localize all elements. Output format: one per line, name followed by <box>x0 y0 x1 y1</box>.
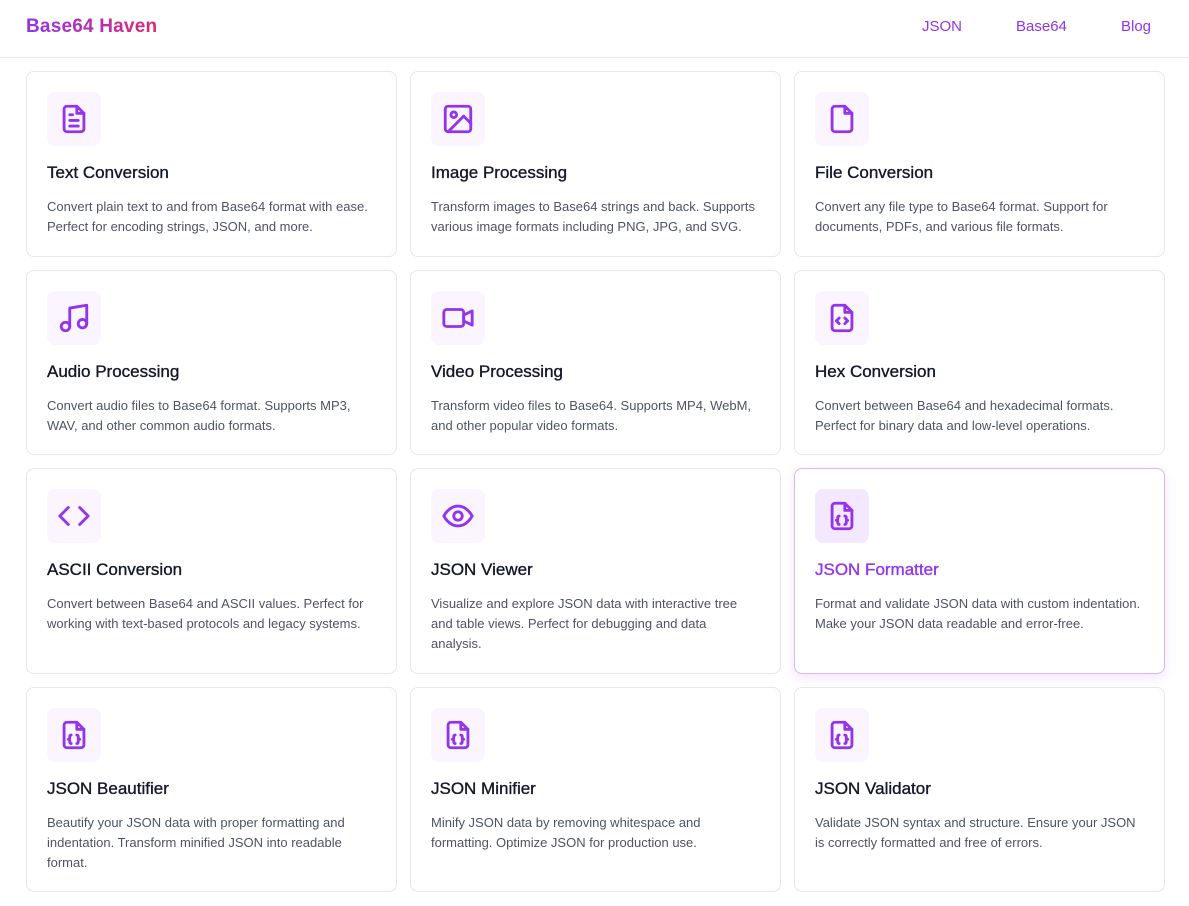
card-description: Convert between Base64 and hexadecimal f… <box>815 398 1114 433</box>
card-file-conversion[interactable]: File Conversion Convert any file type to… <box>794 71 1165 257</box>
nav-link-json[interactable]: JSON <box>922 18 962 35</box>
document-text-icon <box>47 92 101 146</box>
card-title: Image Processing <box>431 163 568 182</box>
file-json-icon <box>815 489 869 543</box>
card-description: Minify JSON data by removing whitespace … <box>431 815 701 850</box>
eye-icon <box>431 489 485 543</box>
file-code-icon <box>815 291 869 345</box>
card-title: Audio Processing <box>47 362 180 381</box>
top-navbar: Base64 Haven JSON Base64 Blog <box>0 0 1189 58</box>
card-description: Transform images to Base64 strings and b… <box>431 199 755 234</box>
card-json-minifier[interactable]: JSON Minifier Minify JSON data by removi… <box>410 687 781 892</box>
card-json-viewer[interactable]: JSON Viewer Visualize and explore JSON d… <box>410 468 781 674</box>
card-description: Transform video files to Base64. Support… <box>431 398 752 433</box>
card-description: Format and validate JSON data with custo… <box>815 596 1141 631</box>
card-title: Text Conversion <box>47 163 169 182</box>
card-title: JSON Minifier <box>431 779 536 798</box>
card-title: JSON Formatter <box>815 560 939 579</box>
code-brackets-icon <box>47 489 101 543</box>
file-json-icon <box>815 708 869 762</box>
card-image-processing[interactable]: Image Processing Transform images to Bas… <box>410 71 781 257</box>
card-ascii-conversion[interactable]: ASCII Conversion Convert between Base64 … <box>26 468 397 674</box>
card-description: Convert audio files to Base64 format. Su… <box>47 398 351 433</box>
nav-link-blog[interactable]: Blog <box>1121 18 1151 35</box>
music-note-icon <box>47 291 101 345</box>
card-title: Hex Conversion <box>815 362 936 381</box>
card-title: Video Processing <box>431 362 563 381</box>
card-description: Convert between Base64 and ASCII values.… <box>47 596 364 631</box>
main-nav: JSON Base64 Blog <box>0 18 1189 38</box>
card-description: Beautify your JSON data with proper form… <box>47 815 345 870</box>
card-json-beautifier[interactable]: JSON Beautifier Beautify your JSON data … <box>26 687 397 892</box>
card-audio-processing[interactable]: Audio Processing Convert audio files to … <box>26 270 397 455</box>
card-hex-conversion[interactable]: Hex Conversion Convert between Base64 an… <box>794 270 1165 455</box>
card-json-validator[interactable]: JSON Validator Validate JSON syntax and … <box>794 687 1165 892</box>
file-json-icon <box>47 708 101 762</box>
nav-link-base64[interactable]: Base64 <box>1016 18 1067 35</box>
card-description: Visualize and explore JSON data with int… <box>431 596 738 651</box>
image-icon <box>431 92 485 146</box>
file-icon <box>815 92 869 146</box>
card-description: Convert plain text to and from Base64 fo… <box>47 199 368 234</box>
card-description: Convert any file type to Base64 format. … <box>815 199 1108 234</box>
card-title: JSON Beautifier <box>47 779 169 798</box>
card-description: Validate JSON syntax and structure. Ensu… <box>815 815 1136 850</box>
card-json-formatter[interactable]: JSON Formatter Format and validate JSON … <box>794 468 1165 674</box>
card-title: ASCII Conversion <box>47 560 183 579</box>
card-title: JSON Viewer <box>431 560 533 579</box>
card-title: File Conversion <box>815 163 934 182</box>
card-text-conversion[interactable]: Text Conversion Convert plain text to an… <box>26 71 397 257</box>
file-json-icon <box>431 708 485 762</box>
video-camera-icon <box>431 291 485 345</box>
card-video-processing[interactable]: Video Processing Transform video files t… <box>410 270 781 455</box>
card-title: JSON Validator <box>815 779 931 798</box>
